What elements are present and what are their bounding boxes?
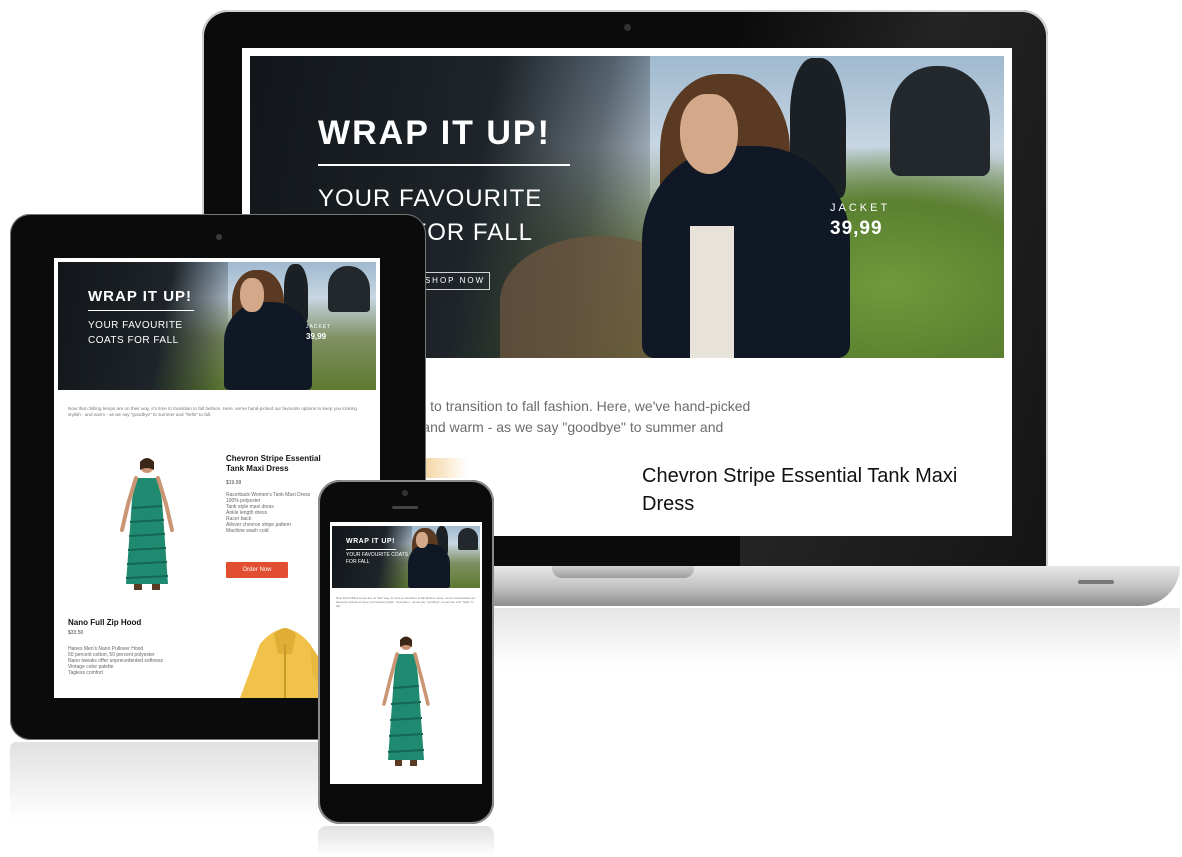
hero-title: WRAP IT UP! [88,288,193,305]
product-price: $19.99 [226,480,242,486]
hero-divider [318,164,570,166]
hero-divider [346,549,396,550]
hero-subtitle: YOUR FAVOURITE COATS FOR FALL [88,320,183,346]
product-thumbnail[interactable] [424,458,468,478]
hero-model-face [416,532,428,548]
product-title[interactable]: Nano Full Zip Hood [68,618,141,627]
shop-now-button[interactable]: SHOP NOW [420,272,490,290]
laptop-camera-icon [624,24,631,31]
phone-reflection [318,826,494,857]
hero-subtitle: YOUR FAVOURITE COATS FOR FALL [346,552,409,565]
hero-model-face [240,278,264,312]
product-price: $33.50 [68,630,84,636]
hero-rock-pinnacle [458,528,478,550]
hero-price: 39,99 [830,218,883,239]
hero-divider [88,310,194,311]
hero-price-label: JACKET [306,324,332,330]
laptop-foot [1078,580,1114,584]
hero-model-shirt [690,226,734,358]
phone-screen: WRAP IT UP! YOUR FAVOURITE COATS FOR FAL… [330,522,482,784]
product-title[interactable]: Chevron Stripe Essential Tank Maxi Dress [642,462,972,518]
dress-image[interactable] [102,456,192,592]
intro-paragraph: Now that chilling temps are on their way… [336,596,476,609]
hero-model-coat [408,544,450,588]
product-details: Hanes Men's Nano Pullover Hood 50 percen… [68,646,218,676]
product-title[interactable]: Chevron Stripe Essential Tank Maxi Dress [226,454,336,474]
hero-model-face [680,94,738,174]
hero-rock-pinnacle [328,266,370,312]
dress-image[interactable] [370,634,442,768]
hero-banner[interactable]: WRAP IT UP! YOUR FAVOURITE COATS FOR FAL… [58,262,376,390]
hero-banner[interactable]: WRAP IT UP! YOUR FAVOURITE COATS FOR FAL… [332,526,480,588]
order-now-button[interactable]: Order Now [226,562,288,578]
product-detail-item: Tagless comfort [68,670,104,676]
hero-model-coat [642,146,850,358]
hero-price-label: JACKET [830,202,891,214]
hero-model-coat [224,302,312,390]
hero-rock-pinnacle [890,66,990,176]
hero-title: WRAP IT UP! [318,114,551,152]
phone-camera-icon [402,490,408,496]
hero-price: 39,99 [306,332,327,341]
laptop-notch [552,566,694,578]
intro-paragraph: Now that chilling temps are on their way… [68,406,357,417]
phone-speaker [392,506,418,509]
hero-title: WRAP IT UP! [346,538,395,545]
tablet-camera-icon [216,234,222,240]
